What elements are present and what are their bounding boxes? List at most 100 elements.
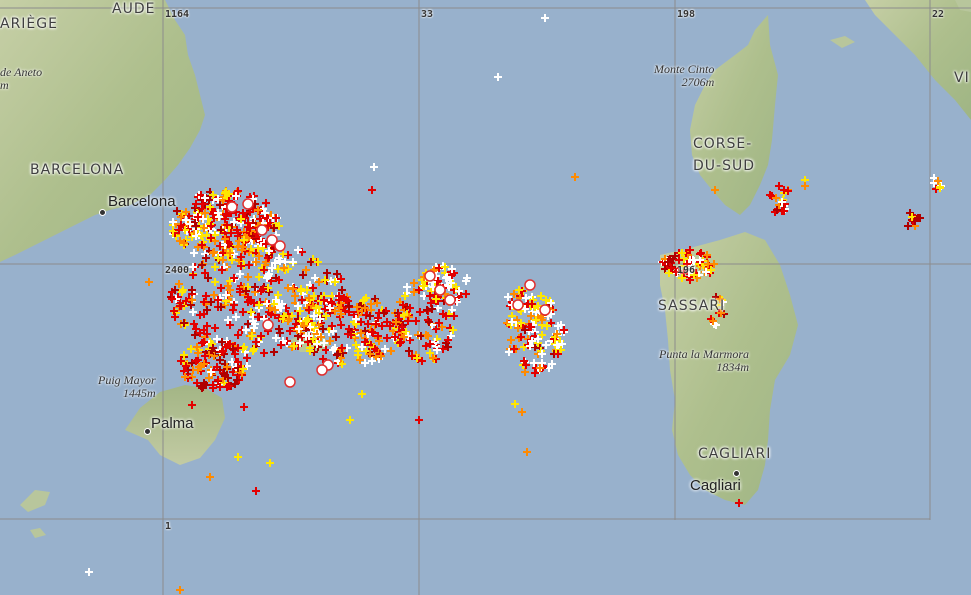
lightning-map[interactable]: 1164 33 198 22 2400 196 1 ARIÈGE AUDE BA…	[0, 0, 971, 595]
strike-marker	[266, 459, 274, 467]
grid-label: 198	[677, 9, 696, 20]
strike-marker	[571, 173, 579, 181]
strike-ring-marker	[539, 304, 551, 316]
peak-label-monte-cinto: Monte Cinto 2706m	[654, 63, 714, 89]
strike-marker	[410, 279, 418, 287]
strike-marker	[190, 249, 198, 257]
strike-ring-marker	[242, 198, 254, 210]
strike-marker	[211, 324, 219, 332]
region-label-cagliari: CAGLIARI	[698, 446, 772, 462]
strike-marker	[538, 331, 546, 339]
strike-marker	[675, 256, 683, 264]
strike-marker	[511, 400, 519, 408]
strike-marker	[198, 261, 206, 269]
strike-marker	[291, 292, 299, 300]
strike-ring-marker	[524, 279, 536, 291]
strike-marker	[145, 278, 153, 286]
strike-marker	[244, 273, 252, 281]
grid-label: 2400	[165, 265, 190, 276]
peak-height: 1445m	[122, 386, 156, 400]
strike-marker	[175, 280, 183, 288]
region-label-corse-du-sud-1: CORSE-	[693, 136, 753, 152]
strike-marker	[234, 331, 242, 339]
strike-ring-marker	[226, 201, 238, 213]
strike-marker	[272, 334, 280, 342]
strike-marker	[85, 568, 93, 576]
strike-marker	[255, 273, 263, 281]
strike-marker	[211, 263, 219, 271]
strike-marker	[270, 348, 278, 356]
peak-label-puig-mayor: Puig Mayor 1445m	[98, 374, 156, 400]
strike-marker	[735, 499, 743, 507]
strike-marker	[251, 283, 259, 291]
strike-marker	[236, 270, 244, 278]
strike-marker	[368, 357, 376, 365]
strike-marker	[189, 308, 197, 316]
peak-label-punta-la-marmora: Punta la Marmora 1834m	[659, 348, 749, 374]
strike-ring-marker	[274, 240, 286, 252]
strike-marker	[216, 356, 224, 364]
city-dot-palma	[144, 428, 151, 435]
peak-label-aneto: de Aneto m	[0, 66, 42, 92]
strike-marker	[217, 284, 225, 292]
strike-marker	[775, 182, 783, 190]
strike-marker	[323, 269, 331, 277]
strike-marker	[523, 448, 531, 456]
strike-marker	[240, 403, 248, 411]
strike-marker	[904, 222, 912, 230]
strike-ring-marker	[434, 284, 446, 296]
city-dot-barcelona	[99, 209, 106, 216]
strike-marker	[284, 284, 292, 292]
strike-marker	[404, 317, 412, 325]
strike-marker	[801, 182, 809, 190]
strike-ring-marker	[284, 376, 296, 388]
grid-label: 1	[165, 521, 172, 532]
strike-marker	[188, 401, 196, 409]
strike-marker	[711, 186, 719, 194]
region-label-sassari: SASSARI	[658, 298, 726, 314]
strike-marker	[527, 312, 535, 320]
grid-label: 33	[421, 9, 434, 20]
strike-marker	[333, 270, 341, 278]
strike-ring-marker	[256, 224, 268, 236]
strike-marker	[494, 73, 502, 81]
city-label-barcelona: Barcelona	[108, 193, 176, 210]
region-label-aude: AUDE	[112, 1, 156, 17]
strike-marker	[211, 278, 219, 286]
city-dot-cagliari	[733, 470, 740, 477]
strike-marker	[206, 473, 214, 481]
strike-ring-marker	[512, 299, 524, 311]
strike-marker	[252, 487, 260, 495]
strike-marker	[189, 271, 197, 279]
region-label-ariege: ARIÈGE	[0, 16, 58, 32]
strike-marker	[322, 346, 330, 354]
strike-marker	[412, 317, 420, 325]
strike-marker	[368, 186, 376, 194]
strike-marker	[289, 258, 297, 266]
strike-ring-marker	[262, 319, 274, 331]
strike-marker	[234, 453, 242, 461]
grid-label: 196	[677, 265, 696, 276]
strike-marker	[541, 14, 549, 22]
strike-marker	[507, 336, 515, 344]
strike-marker	[370, 163, 378, 171]
grid-label: 1164	[165, 9, 190, 20]
strike-ring-marker	[316, 364, 328, 376]
strike-marker	[276, 329, 284, 337]
lightning-strike-layer	[85, 14, 945, 594]
region-label-barcelona: BARCELONA	[30, 162, 125, 178]
strike-marker	[232, 313, 240, 321]
city-label-palma: Palma	[151, 415, 194, 432]
strike-marker	[239, 308, 247, 316]
strike-ring-marker	[444, 294, 456, 306]
peak-height: m	[0, 78, 9, 92]
strike-marker	[433, 346, 441, 354]
strike-marker	[521, 368, 529, 376]
strike-marker	[346, 416, 354, 424]
strike-marker	[196, 311, 204, 319]
strike-marker	[260, 349, 268, 357]
strike-marker	[337, 321, 345, 329]
strike-marker	[311, 274, 319, 282]
strike-marker	[416, 308, 424, 316]
region-label-corse-du-sud-2: DU-SUD	[693, 158, 755, 174]
